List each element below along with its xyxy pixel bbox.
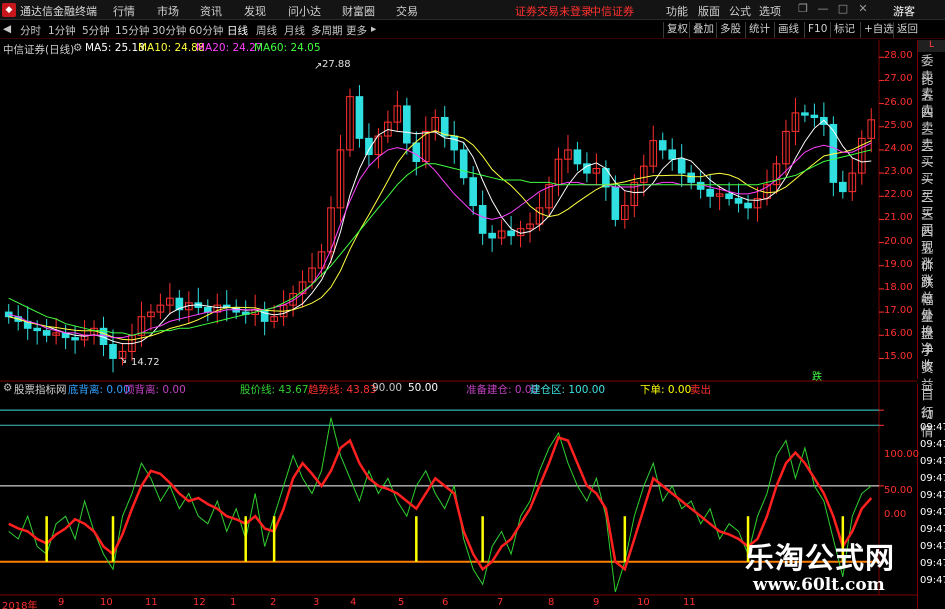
candle-body — [839, 181, 847, 193]
date-label: 7 — [497, 597, 504, 608]
price-axis-label: 22.00 — [884, 189, 913, 201]
candle-body — [42, 330, 51, 336]
candle-body — [355, 96, 364, 139]
tick-time: 09:47 — [920, 490, 945, 501]
legend-level-90: 90.00 — [372, 382, 403, 394]
price-axis-label: 19.00 — [884, 258, 913, 270]
date-label: 10 — [100, 597, 113, 608]
watermark-url: www.60lt.com — [753, 575, 885, 595]
tick-time: 09:47 — [920, 507, 945, 518]
ind-axis-100: 100.00 — [884, 449, 919, 460]
signal-mark: 跌 — [812, 372, 822, 383]
candle-body — [459, 149, 468, 179]
candle-body — [611, 186, 620, 220]
tick-time: 09:47 — [920, 422, 945, 433]
price-axis-label: 17.00 — [884, 305, 913, 317]
candle-body — [658, 140, 667, 151]
date-label: 9 — [593, 597, 600, 608]
legend-sell: 卖出 — [690, 384, 711, 396]
candle-body — [706, 188, 714, 197]
ma20-line — [8, 142, 872, 339]
date-label: 11 — [683, 597, 696, 608]
indicator-settings-icon[interactable]: ⚙ — [3, 382, 12, 394]
candle-body — [573, 149, 582, 165]
ma10-line — [8, 130, 872, 341]
date-label: 11 — [145, 597, 158, 608]
date-label: 10 — [637, 597, 650, 608]
quote-side-panel: L 委比 卖五 卖四 卖三 卖二 卖一 买一 买二 买三 买四 买五 现价 涨跌… — [917, 40, 945, 392]
ind-axis-0: 0.00 — [884, 509, 907, 520]
candle-body — [696, 181, 705, 190]
legend-level-50: 50.00 — [408, 382, 439, 394]
date-label: 1 — [230, 597, 237, 608]
price-axis-label: 24.00 — [884, 142, 913, 154]
price-axis-label: 15.00 — [884, 351, 913, 363]
legend-trend-line: 趋势线: 43.83 — [308, 384, 377, 396]
candle-body — [71, 337, 79, 341]
kline-chart[interactable] — [0, 0, 945, 609]
price-axis-label: 25.00 — [884, 119, 913, 131]
date-label: 6 — [442, 597, 449, 608]
candle-body — [488, 232, 496, 239]
candle-body — [687, 172, 695, 183]
date-label: 8 — [548, 597, 555, 608]
tick-time: 09:47 — [920, 456, 945, 467]
quote-tab[interactable]: 行情 — [921, 402, 945, 440]
candle-body — [725, 193, 733, 200]
legend-top-div: 顶背离: 0.00 — [124, 384, 186, 396]
date-label: 2 — [270, 597, 277, 608]
price-axis-label: 21.00 — [884, 212, 913, 224]
legend-bottom-div: 底背离: 0.00 — [68, 384, 130, 396]
ma5-line — [8, 119, 872, 345]
high-arrow-icon: ↗ — [314, 61, 323, 72]
candle-body — [810, 114, 819, 118]
tick-time: 09:47 — [920, 439, 945, 450]
price-axis-label: 16.00 — [884, 328, 913, 340]
candle-body — [469, 177, 477, 207]
date-label: 4 — [350, 597, 357, 608]
ind-axis-50: 50.00 — [884, 485, 913, 496]
candle-body — [677, 158, 686, 174]
low-annotation: 14.72 — [131, 357, 160, 368]
date-label: 12 — [193, 597, 206, 608]
date-label: 3 — [313, 597, 320, 608]
date-label: 9 — [58, 597, 65, 608]
indicator-name[interactable]: 股票指标网 — [14, 382, 67, 397]
tick-time: 09:47 — [920, 473, 945, 484]
candle-body — [450, 135, 459, 151]
low-arrow-icon: ↘ — [119, 355, 128, 366]
ma60-line — [8, 149, 872, 336]
price-axis-label: 23.00 — [884, 166, 913, 178]
legend-order: 下单: 0.00 — [640, 384, 692, 396]
watermark: 乐淘公式网 www.60lt.com — [735, 535, 925, 605]
price-axis-label: 26.00 — [884, 96, 913, 108]
tick-time: 09:47 — [920, 524, 945, 535]
candle-body — [801, 112, 809, 116]
candle-body — [478, 205, 487, 234]
candle-body — [744, 202, 752, 209]
high-annotation: 27.88 — [322, 59, 351, 70]
candle-body — [412, 142, 421, 163]
legend-prepare: 准备建仓: 0.00 — [466, 384, 539, 396]
price-axis-label: 18.00 — [884, 281, 913, 293]
candle-body — [109, 344, 117, 359]
legend-price-line: 股价线: 43.67 — [240, 384, 309, 396]
candle-body — [403, 105, 411, 144]
candle-body — [33, 327, 41, 332]
candle-body — [668, 149, 677, 160]
price-axis-label: 27.00 — [884, 73, 913, 85]
date-label: 5 — [398, 597, 405, 608]
watermark-title: 乐淘公式网 — [745, 541, 896, 575]
price-axis-label: 20.00 — [884, 235, 913, 247]
candle-body — [507, 230, 515, 237]
candle-body — [734, 198, 743, 204]
legend-build-zone: 建仓区: 100.00 — [530, 384, 606, 396]
candle-body — [260, 309, 269, 322]
price-axis-label: 28.00 — [884, 50, 913, 62]
candle-body — [203, 306, 212, 313]
date-label: 2018年 — [2, 601, 38, 609]
